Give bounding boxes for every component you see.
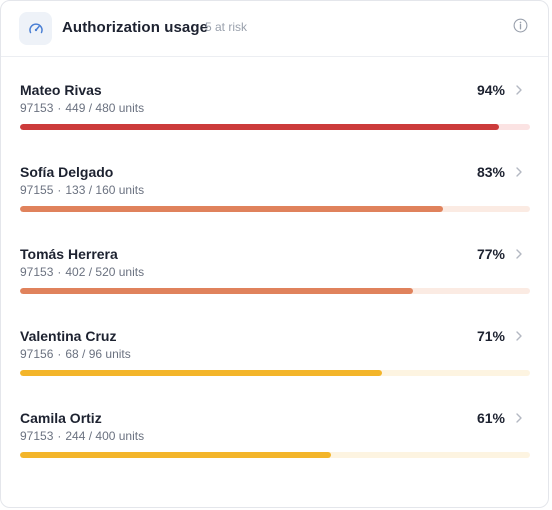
usage-progress-fill	[20, 288, 413, 294]
at-risk-count: 5 at risk	[205, 20, 248, 34]
usage-progress-track	[20, 124, 530, 130]
usage-progress-fill	[20, 370, 383, 376]
usage-percent: 83%	[476, 164, 505, 180]
usage-row[interactable]: Tomás Herrera 97153 · 402 / 520 units 77%	[1, 221, 548, 303]
service-code: 97155	[20, 183, 54, 197]
usage-percent: 61%	[476, 410, 505, 426]
card-header: Authorization usage 5 at risk	[1, 1, 548, 57]
client-meta: 97156 · 68 / 96 units	[20, 347, 131, 361]
chevron-right-icon[interactable]	[514, 330, 524, 342]
speedometer-icon	[19, 12, 52, 45]
usage-progress-track	[20, 288, 530, 294]
service-code: 97153	[20, 265, 54, 279]
client-name: Tomás Herrera	[20, 246, 118, 262]
meta-separator: ·	[57, 347, 62, 361]
units-used: 68 / 96 units	[65, 347, 131, 361]
client-meta: 97155 · 133 / 160 units	[20, 183, 144, 197]
meta-separator: ·	[57, 101, 62, 115]
usage-progress-track	[20, 452, 530, 458]
chevron-right-icon[interactable]	[514, 248, 524, 260]
chevron-right-icon[interactable]	[514, 166, 524, 178]
service-code: 97156	[20, 347, 54, 361]
client-meta: 97153 · 449 / 480 units	[20, 101, 144, 115]
units-used: 244 / 400 units	[65, 429, 145, 443]
client-name: Mateo Rivas	[20, 82, 102, 98]
units-used: 133 / 160 units	[65, 183, 145, 197]
usage-percent: 94%	[476, 82, 505, 98]
authorization-usage-card: Authorization usage 5 at risk Mateo Riva…	[0, 0, 549, 508]
client-meta: 97153 · 244 / 400 units	[20, 429, 144, 443]
usage-progress-fill	[20, 124, 500, 130]
usage-progress-track	[20, 370, 530, 376]
meta-separator: ·	[57, 265, 62, 279]
service-code: 97153	[20, 429, 54, 443]
units-used: 402 / 520 units	[65, 265, 145, 279]
usage-progress-track	[20, 206, 530, 212]
usage-row[interactable]: Mateo Rivas 97153 · 449 / 480 units 94%	[1, 57, 548, 139]
usage-list: Mateo Rivas 97153 · 449 / 480 units 94% So…	[1, 57, 548, 467]
usage-progress-fill	[20, 206, 444, 212]
info-icon[interactable]	[513, 18, 528, 33]
client-name: Sofía Delgado	[20, 164, 114, 180]
service-code: 97153	[20, 101, 54, 115]
chevron-right-icon[interactable]	[514, 84, 524, 96]
usage-percent: 77%	[476, 246, 505, 262]
units-used: 449 / 480 units	[65, 101, 145, 115]
usage-percent: 71%	[476, 328, 505, 344]
client-name: Valentina Cruz	[20, 328, 117, 344]
meta-separator: ·	[57, 429, 62, 443]
meta-separator: ·	[57, 183, 62, 197]
client-name: Camila Ortiz	[20, 410, 102, 426]
chevron-right-icon[interactable]	[514, 412, 524, 424]
usage-row[interactable]: Valentina Cruz 97156 · 68 / 96 units 71%	[1, 303, 548, 385]
card-title: Authorization usage	[62, 19, 209, 36]
usage-progress-fill	[20, 452, 332, 458]
usage-row[interactable]: Sofía Delgado 97155 · 133 / 160 units 83%	[1, 139, 548, 221]
client-meta: 97153 · 402 / 520 units	[20, 265, 144, 279]
usage-row[interactable]: Camila Ortiz 97153 · 244 / 400 units 61%	[1, 385, 548, 467]
